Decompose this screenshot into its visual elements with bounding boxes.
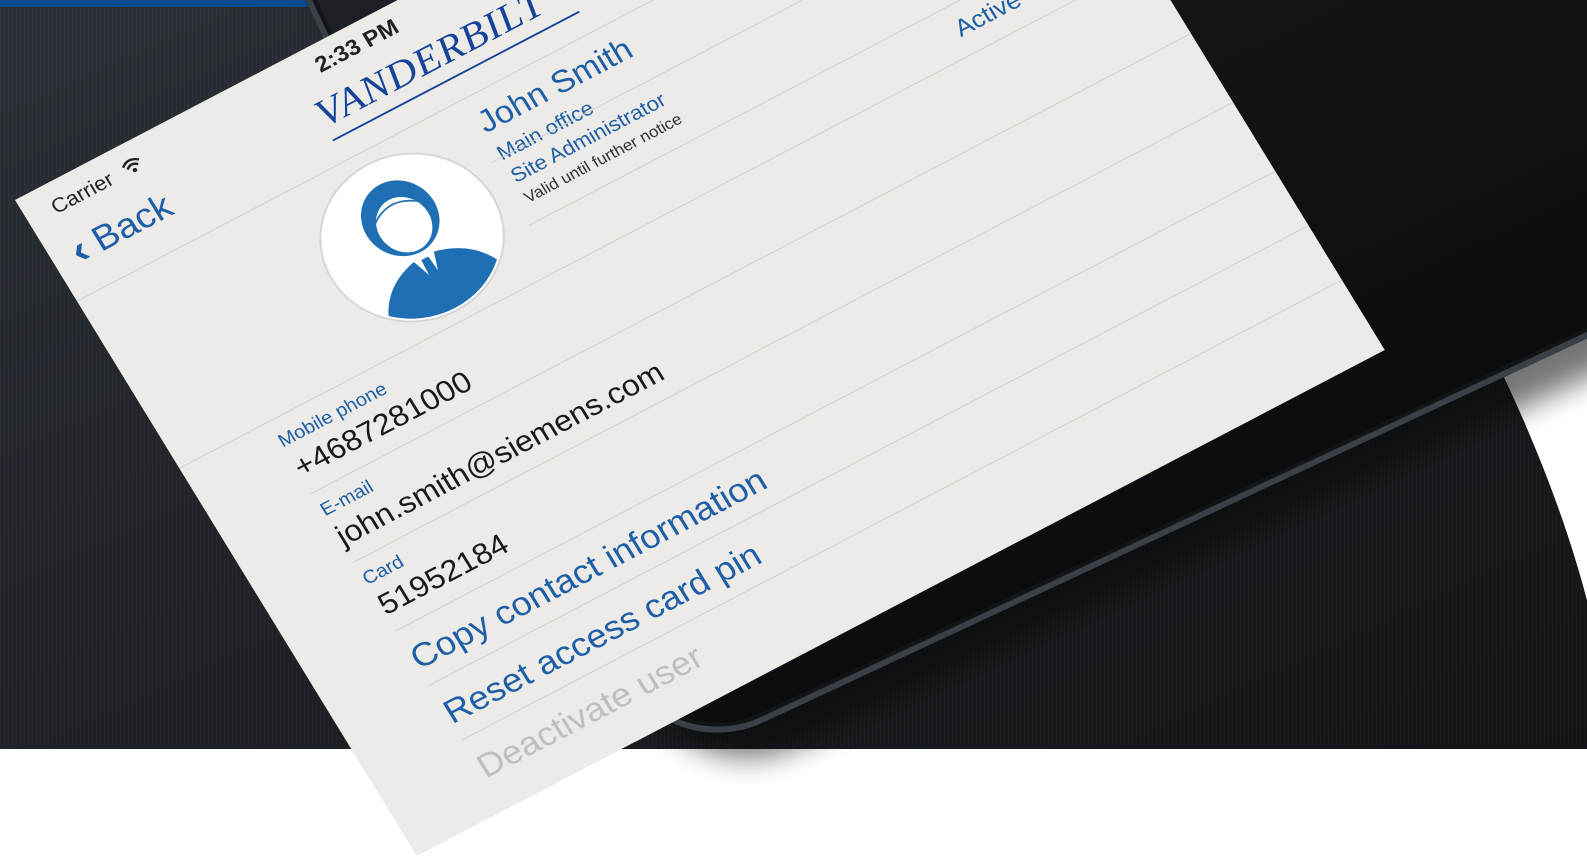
status-badge: Active [949, 0, 1027, 42]
wifi-icon [121, 158, 140, 173]
